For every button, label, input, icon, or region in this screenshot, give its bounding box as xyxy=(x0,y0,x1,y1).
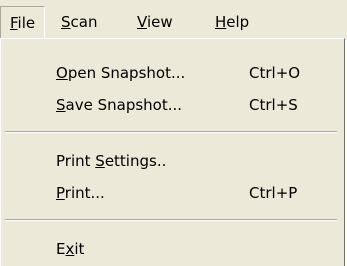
menu-item-save-snapshot[interactable]: Save Snapshot... Ctrl+S xyxy=(1,91,344,119)
label-rest: pen Snapshot... xyxy=(67,64,186,82)
menu-item-shortcut: Ctrl+O xyxy=(249,64,301,82)
menu-item-label: Print Settings.. xyxy=(56,147,166,175)
application-window: File Scan View Help Open Snapshot... Ctr… xyxy=(0,0,347,266)
menu-view-rest: iew xyxy=(146,13,173,31)
file-menu-dropdown: Open Snapshot... Ctrl+O Save Snapshot...… xyxy=(0,38,345,266)
label-mnemonic: O xyxy=(56,64,68,82)
menu-view[interactable]: View xyxy=(137,10,173,34)
label-mnemonic: S xyxy=(95,152,105,170)
menu-item-label: Save Snapshot... xyxy=(56,91,182,119)
menu-view-mnemonic: V xyxy=(137,13,147,31)
menu-item-shortcut: Ctrl+S xyxy=(249,96,298,114)
menu-help-rest: elp xyxy=(226,13,250,31)
menu-item-print-settings[interactable]: Print Settings.. xyxy=(1,147,344,175)
menu-help-mnemonic: H xyxy=(215,13,227,31)
menu-scan[interactable]: Scan xyxy=(61,10,97,34)
menu-item-label: Print... xyxy=(56,179,105,207)
label-mnemonic: S xyxy=(56,96,66,114)
menu-scan-mnemonic: S xyxy=(61,13,71,31)
label-rest: ave Snapshot... xyxy=(65,96,183,114)
menu-file-mnemonic: F xyxy=(10,14,18,32)
label-pre: Print xyxy=(56,152,96,170)
menu-separator xyxy=(5,219,337,221)
menu-item-shortcut: Ctrl+P xyxy=(249,184,298,202)
menu-separator xyxy=(5,131,337,133)
menu-scan-rest: can xyxy=(70,13,98,31)
menu-bar: File Scan View Help xyxy=(0,0,347,40)
label-rest: ettings.. xyxy=(104,152,167,170)
menu-item-label: Exit xyxy=(56,235,84,263)
label-rest: it xyxy=(74,240,85,258)
menu-item-exit[interactable]: Exit xyxy=(1,235,344,263)
menu-file-rest: ile xyxy=(17,14,36,32)
menu-item-label: Open Snapshot... xyxy=(56,59,185,87)
menu-item-print[interactable]: Print... Ctrl+P xyxy=(1,179,344,207)
label-rest: rint... xyxy=(64,184,105,202)
menu-item-open-snapshot[interactable]: Open Snapshot... Ctrl+O xyxy=(1,59,344,87)
menu-help[interactable]: Help xyxy=(215,10,249,34)
menu-file[interactable]: File xyxy=(0,6,46,38)
label-mnemonic: P xyxy=(56,184,65,202)
